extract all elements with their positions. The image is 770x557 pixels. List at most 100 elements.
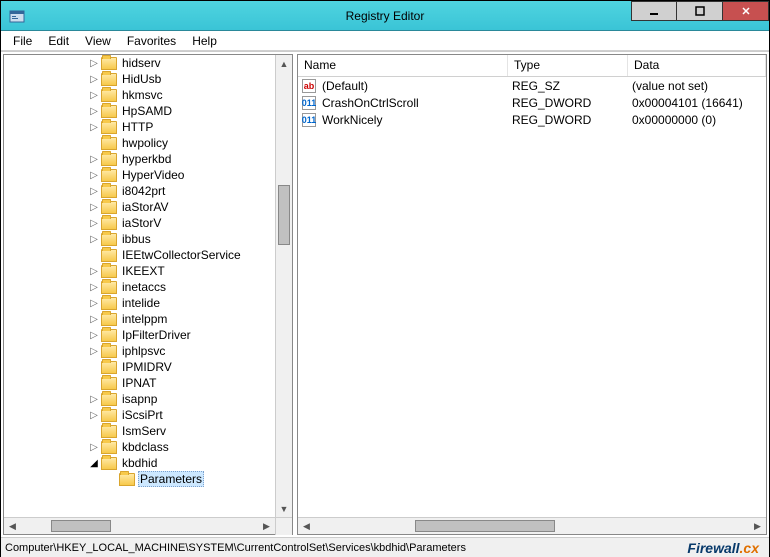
folder-icon [101,457,117,470]
scroll-right-arrow[interactable]: ▶ [749,518,766,535]
tree-item[interactable]: ▷ IpFilterDriver [88,327,292,343]
maximize-button[interactable] [677,1,723,21]
tree-horizontal-scrollbar[interactable]: ◀ ▶ [4,517,292,534]
tree-item-label: IsmServ [120,424,168,438]
tree-expander-icon[interactable]: ▷ [88,218,100,229]
tree-item[interactable]: ▷ iScsiPrt [88,407,292,423]
tree-item[interactable]: IPNAT [88,375,292,391]
list-row[interactable]: 011WorkNicelyREG_DWORD0x00000000 (0) [298,111,766,128]
scroll-track[interactable] [21,518,258,534]
tree-item[interactable]: ▷ intelide [88,295,292,311]
value-type: REG_DWORD [506,96,626,110]
minimize-button[interactable] [631,1,677,21]
scroll-left-arrow[interactable]: ◀ [4,518,21,535]
scroll-down-arrow[interactable]: ▼ [276,500,292,517]
close-icon [741,6,751,16]
menu-help[interactable]: Help [184,32,225,50]
tree-item-label: intelide [120,296,162,310]
tree-item-label: HyperVideo [120,168,186,182]
folder-icon [101,281,117,294]
tree-expander-icon[interactable]: ◢ [88,458,100,469]
column-name[interactable]: Name [298,55,508,76]
tree-item-label: kbdhid [120,456,159,470]
tree-item-label: iScsiPrt [120,408,165,422]
tree-expander-icon[interactable]: ▷ [88,58,100,69]
tree-expander-icon[interactable]: ▷ [88,90,100,101]
list-row[interactable]: ab(Default)REG_SZ(value not set) [298,77,766,94]
tree-item[interactable]: ▷hyperkbd [88,151,292,167]
titlebar[interactable]: Registry Editor [1,1,769,31]
tree-expander-icon[interactable]: ▷ [88,282,100,293]
tree-item-label: IKEEXT [120,264,167,278]
column-type[interactable]: Type [508,55,628,76]
tree-expander-icon[interactable]: ▷ [88,346,100,357]
tree-expander-icon[interactable]: ▷ [88,314,100,325]
tree-expander-icon[interactable]: ▷ [88,394,100,405]
scroll-thumb[interactable] [415,520,555,532]
tree-item[interactable]: ▷ iaStorV [88,215,292,231]
tree-item[interactable]: ▷iphlpsvc [88,343,292,359]
list-row[interactable]: 011CrashOnCtrlScrollREG_DWORD0x00004101 … [298,94,766,111]
tree-expander-icon[interactable]: ▷ [88,330,100,341]
tree-item[interactable]: ▷i8042prt [88,183,292,199]
tree-vertical-scrollbar[interactable]: ▲ ▼ [275,55,292,517]
tree-item-label: inetaccs [120,280,168,294]
scroll-track[interactable] [315,518,749,534]
close-button[interactable] [723,1,769,21]
tree-expander-icon[interactable]: ▷ [88,234,100,245]
tree-item[interactable]: ◢ kbdhid [88,455,292,471]
tree-expander-icon[interactable]: ▷ [88,410,100,421]
tree-item[interactable]: ▷HTTP [88,119,292,135]
values-horizontal-scrollbar[interactable]: ◀ ▶ [298,517,766,534]
tree-item[interactable]: ▷kbdclass [88,439,292,455]
string-value-icon: ab [302,79,316,93]
tree-item[interactable]: ▷ IKEEXT [88,263,292,279]
menu-edit[interactable]: Edit [40,32,77,50]
scroll-up-arrow[interactable]: ▲ [276,55,292,72]
tree-item-label: iaStorAV [120,200,170,214]
tree-item[interactable]: ▷ HyperVideo [88,167,292,183]
scroll-left-arrow[interactable]: ◀ [298,518,315,535]
tree-item[interactable]: ▷hkmsvc [88,87,292,103]
tree-item[interactable]: ▷HidUsb [88,71,292,87]
tree-item[interactable]: Parameters [106,471,292,487]
tree-item[interactable]: ▷HpSAMD [88,103,292,119]
menu-favorites[interactable]: Favorites [119,32,184,50]
tree-expander-icon[interactable]: ▷ [88,122,100,133]
tree-item[interactable]: ▷ inetaccs [88,279,292,295]
tree-expander-icon[interactable]: ▷ [88,442,100,453]
scroll-thumb[interactable] [51,520,111,532]
tree-expander-icon[interactable]: ▷ [88,74,100,85]
tree-item[interactable]: ▷intelppm [88,311,292,327]
scroll-thumb[interactable] [278,185,290,245]
tree-item[interactable]: ▷ibbus [88,231,292,247]
folder-icon [101,425,117,438]
tree-item[interactable]: hwpolicy [88,135,292,151]
column-data[interactable]: Data [628,55,766,76]
tree-expander-icon[interactable]: ▷ [88,106,100,117]
watermark-part2: .cx [740,540,759,556]
tree-item[interactable]: ▷hidserv [88,55,292,71]
tree-expander-icon[interactable]: ▷ [88,170,100,181]
tree-expander-icon[interactable]: ▷ [88,154,100,165]
tree-item[interactable]: IsmServ [88,423,292,439]
folder-icon [101,361,117,374]
menu-view[interactable]: View [77,32,119,50]
tree-item[interactable]: IEEtwCollectorService [88,247,292,263]
tree-item[interactable]: IPMIDRV [88,359,292,375]
folder-icon [101,169,117,182]
tree-view[interactable]: ▷hidserv▷HidUsb▷hkmsvc▷HpSAMD▷HTTPhwpoli… [4,55,292,517]
tree-expander-icon[interactable]: ▷ [88,266,100,277]
menu-file[interactable]: File [5,32,40,50]
tree-item-label: IpFilterDriver [120,328,193,342]
tree-item[interactable]: ▷ isapnp [88,391,292,407]
tree-item[interactable]: ▷ iaStorAV [88,199,292,215]
scroll-right-arrow[interactable]: ▶ [258,518,275,535]
tree-expander-icon[interactable]: ▷ [88,298,100,309]
folder-icon [101,409,117,422]
tree-expander-icon[interactable]: ▷ [88,186,100,197]
tree-expander-icon[interactable]: ▷ [88,202,100,213]
tree-item-label: iaStorV [120,216,163,230]
tree-item-label: isapnp [120,392,159,406]
list-view[interactable]: ab(Default)REG_SZ(value not set)011Crash… [298,77,766,517]
